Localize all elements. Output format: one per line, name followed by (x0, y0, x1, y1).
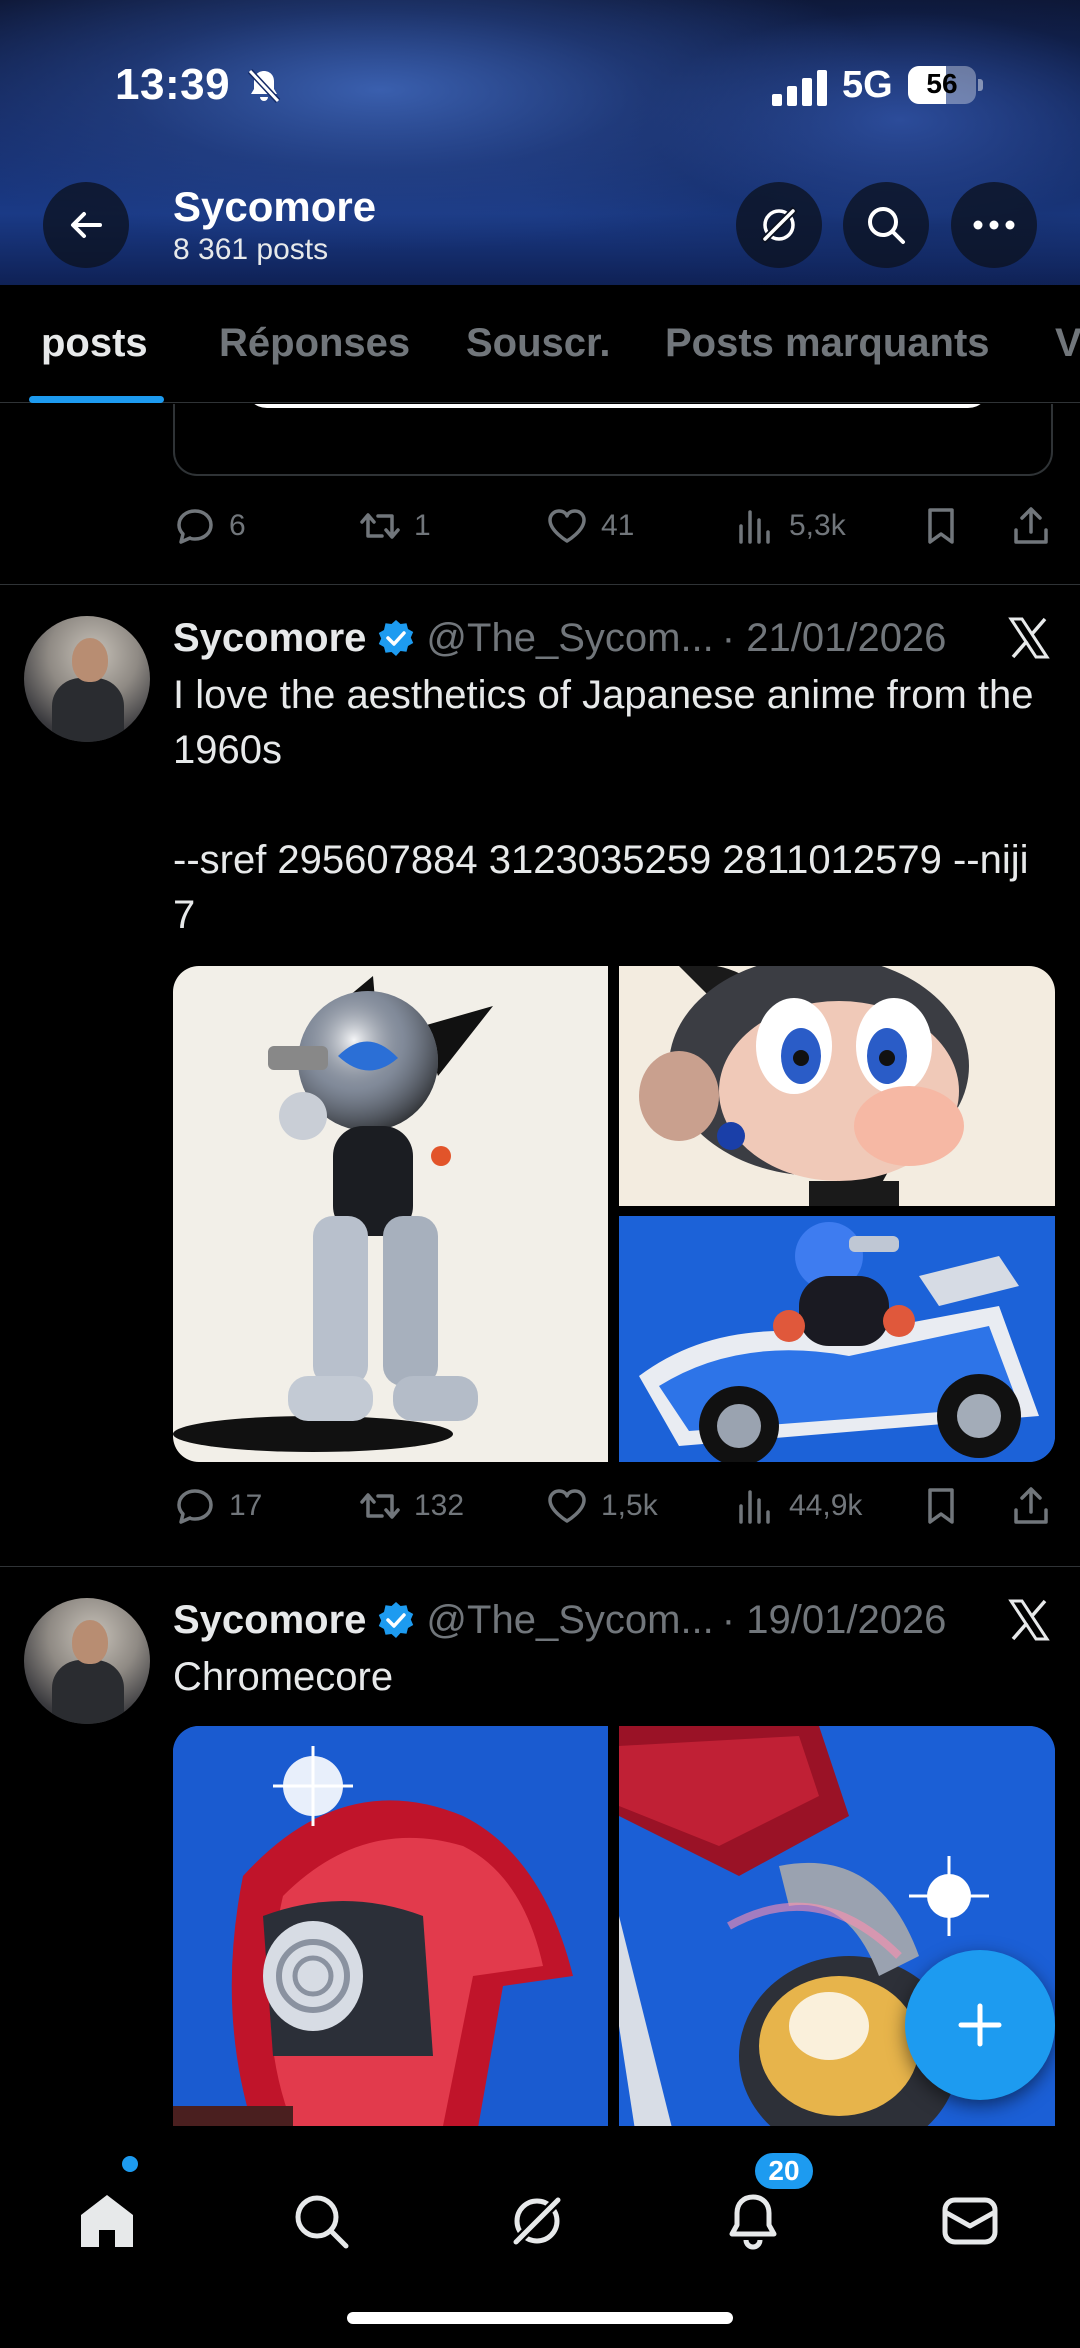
profile-banner: 13:39 5G 56 Sycomore 8 361 posts (0, 0, 1080, 285)
post-image[interactable] (173, 1726, 608, 2126)
verified-icon (379, 1602, 414, 1638)
back-button[interactable] (43, 182, 129, 268)
nav-grok[interactable] (502, 2186, 572, 2256)
share-button[interactable] (1009, 1484, 1053, 1528)
active-tab-indicator (29, 396, 164, 403)
repost-count: 1 (414, 509, 431, 542)
compose-icon (958, 2003, 1002, 2047)
nav-notifications[interactable] (718, 2186, 788, 2256)
post-image[interactable] (619, 966, 1055, 1206)
home-unread-dot (122, 2156, 138, 2172)
search-icon (868, 207, 905, 244)
avatar[interactable] (24, 616, 150, 742)
author-handle[interactable]: @The_Sycom... (426, 616, 713, 661)
profile-name: Sycomore (173, 183, 377, 230)
views-button[interactable]: 5,3k (733, 504, 846, 548)
share-icon (1014, 1487, 1048, 1524)
bookmark-icon (928, 1488, 954, 1524)
nav-search[interactable] (286, 2186, 356, 2256)
reply-icon (177, 1489, 213, 1524)
repost-button[interactable]: 1 (358, 504, 431, 548)
author-name[interactable]: Sycomore (173, 1598, 366, 1643)
compass-icon (510, 2194, 564, 2248)
nav-messages[interactable] (935, 2186, 1005, 2256)
views-icon (739, 510, 770, 544)
share-button[interactable] (1009, 504, 1053, 548)
post-image[interactable] (173, 966, 608, 1462)
signal-icon (772, 70, 827, 106)
repost-button[interactable]: 132 (358, 1484, 464, 1528)
like-button[interactable]: 41 (545, 504, 634, 548)
like-button[interactable]: 1,5k (545, 1484, 658, 1528)
avatar[interactable] (24, 1598, 150, 1724)
more-icon (973, 220, 1015, 230)
reply-button[interactable]: 6 (173, 504, 246, 548)
verified-icon (379, 620, 414, 656)
home-indicator[interactable] (347, 2312, 733, 2324)
views-button[interactable]: 44,9k (733, 1484, 862, 1528)
compose-button[interactable] (905, 1950, 1055, 2100)
post-text: I love the aesthetics of Japanese anime … (173, 673, 1034, 937)
repost-icon (360, 1493, 400, 1519)
like-count: 41 (601, 509, 635, 542)
reply-button[interactable]: 17 (173, 1484, 262, 1528)
status-time: 13:39 (115, 60, 231, 109)
more-button[interactable] (951, 182, 1037, 268)
post-divider (0, 584, 1080, 585)
notifications-badge: 20 (752, 2150, 816, 2192)
tab-subscriptions[interactable]: Souscr. (466, 321, 611, 366)
home-icon (81, 2195, 133, 2247)
post-date[interactable]: · 19/01/2026 (722, 1598, 947, 1643)
post-actions: 17 132 1,5k 44,9k (173, 1484, 1053, 1534)
post-media-grid (173, 966, 1055, 1462)
post-count: 8 361 posts (173, 233, 329, 266)
like-icon (548, 1489, 586, 1523)
compass-icon (760, 206, 798, 244)
views-count: 44,9k (789, 1489, 863, 1522)
back-icon (71, 212, 102, 238)
repost-count: 132 (414, 1489, 465, 1522)
like-icon (548, 509, 586, 543)
repost-icon (360, 513, 400, 539)
views-icon (739, 1490, 770, 1524)
nav-home[interactable] (72, 2186, 142, 2256)
search-icon (295, 2195, 349, 2249)
author-name[interactable]: Sycomore (173, 616, 366, 661)
bookmark-button[interactable] (919, 504, 963, 548)
tab-videos[interactable]: V (1055, 321, 1080, 366)
post-image[interactable] (619, 1216, 1055, 1462)
post-text: Chromecore (173, 1655, 394, 1699)
quoted-card[interactable] (173, 404, 1053, 476)
post-divider (0, 1566, 1080, 1567)
search-button[interactable] (843, 182, 929, 268)
bell-off-icon (247, 68, 281, 104)
status-bar: 13:39 5G 56 (0, 60, 1080, 120)
network-label: 5G (842, 64, 893, 106)
post-header: Sycomore @The_Sycom... · 19/01/2026 (173, 1594, 946, 1646)
profile-tabs: posts Réponses Souscr. Posts marquants V (0, 285, 1080, 403)
post-feed[interactable]: 6 1 41 5,3k Sycomore @The_Sycom... · 21/ (0, 404, 1080, 2126)
x-logo-icon (1008, 617, 1050, 659)
post-date[interactable]: · 21/01/2026 (722, 616, 947, 661)
bookmark-button[interactable] (919, 1484, 963, 1528)
tab-posts[interactable]: posts (41, 321, 148, 366)
tab-highlights[interactable]: Posts marquants (665, 321, 990, 366)
like-count: 1,5k (601, 1489, 658, 1522)
bookmark-icon (928, 508, 954, 544)
post-actions: 6 1 41 5,3k (173, 504, 1053, 554)
views-count: 5,3k (789, 509, 846, 542)
grok-button[interactable] (736, 182, 822, 268)
reply-count: 6 (229, 509, 246, 542)
battery-icon: 56 (908, 66, 983, 104)
author-handle[interactable]: @The_Sycom... (426, 1598, 713, 1643)
reply-icon (177, 509, 213, 544)
notifications-icon (729, 2194, 777, 2250)
battery-level: 56 (926, 68, 958, 99)
post-header: Sycomore @The_Sycom... · 21/01/2026 (173, 612, 946, 664)
share-icon (1014, 507, 1048, 544)
x-logo-icon (1008, 1599, 1050, 1641)
messages-icon (942, 2197, 998, 2245)
reply-count: 17 (229, 1489, 263, 1522)
tab-replies[interactable]: Réponses (219, 321, 410, 366)
